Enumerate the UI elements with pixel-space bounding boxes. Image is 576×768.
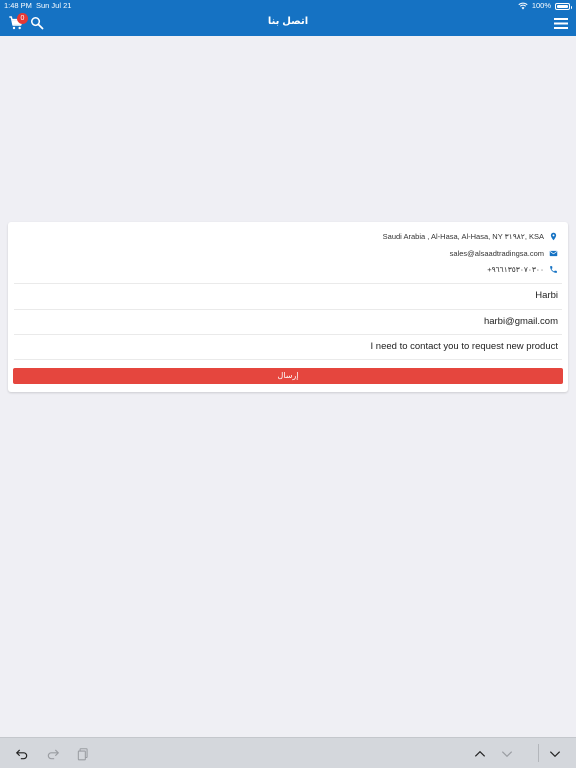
app-header: 0 اتصل بنا bbox=[0, 12, 576, 36]
contact-card: Saudi Arabia , Al-Hasa, Al-Hasa, NY ٣١٩٨… bbox=[8, 222, 568, 392]
chevron-up-icon[interactable] bbox=[473, 747, 487, 761]
undo-icon[interactable] bbox=[15, 747, 29, 761]
email-row: sales@alsaadtradingsa.com bbox=[450, 247, 558, 259]
field-divider bbox=[14, 359, 562, 360]
app-top-bar: 1:48 PM Sun Jul 21 100% 0 اتصل بنا bbox=[0, 0, 576, 36]
chevron-down-icon[interactable] bbox=[500, 747, 514, 761]
phone-text[interactable]: +٩٦٦١٣٥٣٠٧٠٣٠٠ bbox=[487, 265, 544, 274]
redo-icon[interactable] bbox=[46, 747, 60, 761]
location-pin-icon bbox=[550, 232, 557, 240]
address-row: Saudi Arabia , Al-Hasa, Al-Hasa, NY ٣١٩٨… bbox=[383, 230, 558, 242]
status-time: 1:48 PM bbox=[4, 1, 32, 10]
email-field[interactable]: harbi@gmail.com bbox=[14, 309, 562, 333]
name-field[interactable]: Harbi bbox=[14, 283, 562, 307]
status-date: Sun Jul 21 bbox=[36, 1, 72, 10]
message-field[interactable]: I need to contact you to request new pro… bbox=[14, 334, 562, 358]
send-button[interactable]: إرسال bbox=[13, 368, 563, 384]
phone-row: +٩٦٦١٣٥٣٠٧٠٣٠٠ bbox=[487, 263, 558, 275]
battery-icon bbox=[555, 2, 572, 10]
battery-percent: 100% bbox=[531, 1, 551, 10]
phone-icon bbox=[550, 265, 557, 273]
status-right: 100% bbox=[518, 0, 572, 12]
status-bar: 1:48 PM Sun Jul 21 100% bbox=[0, 0, 576, 12]
email-text[interactable]: sales@alsaadtradingsa.com bbox=[450, 249, 544, 258]
toolbar-separator bbox=[538, 744, 539, 762]
keyboard-toolbar bbox=[0, 737, 576, 768]
address-text: Saudi Arabia , Al-Hasa, Al-Hasa, NY ٣١٩٨… bbox=[382, 231, 544, 241]
hamburger-menu-icon[interactable] bbox=[554, 18, 568, 29]
wifi-icon bbox=[518, 2, 528, 10]
dismiss-keyboard-icon[interactable] bbox=[548, 747, 562, 761]
paste-icon[interactable] bbox=[76, 747, 90, 761]
page-title: اتصل بنا bbox=[267, 16, 309, 27]
mail-icon bbox=[549, 250, 558, 256]
